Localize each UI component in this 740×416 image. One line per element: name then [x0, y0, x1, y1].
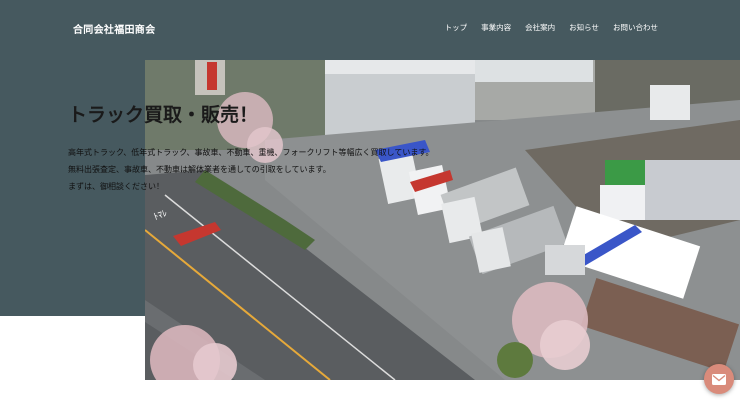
nav-item-company[interactable]: 会社案内 [525, 22, 555, 33]
hero-line-2: 無料出張査定、事故車、不動車は解体業者を通しての引取をしています。 [68, 165, 331, 174]
contact-mail-button[interactable] [704, 364, 734, 394]
nav-item-news[interactable]: お知らせ [569, 22, 599, 33]
hero-line-3: まずは、御相談ください！ [68, 182, 164, 191]
nav-item-contact[interactable]: お問い合わせ [613, 22, 658, 33]
nav-item-top[interactable]: トップ [445, 22, 468, 33]
site-brand[interactable]: 合同会社福田商会 [73, 21, 155, 36]
hero-description: 高年式トラック、低年式トラック、事故車、不動車、重機、フォークリフト等幅広く買取… [68, 144, 508, 195]
hero-title: トラック買取・販売！ [68, 104, 259, 126]
nav-item-business[interactable]: 事業内容 [481, 22, 511, 33]
mail-icon [712, 373, 726, 385]
hero-line-1: 高年式トラック、低年式トラック、事故車、不動車、重機、フォークリフト等幅広く買取… [68, 148, 434, 157]
main-nav: トップ 事業内容 会社案内 お知らせ お問い合わせ [445, 22, 658, 33]
